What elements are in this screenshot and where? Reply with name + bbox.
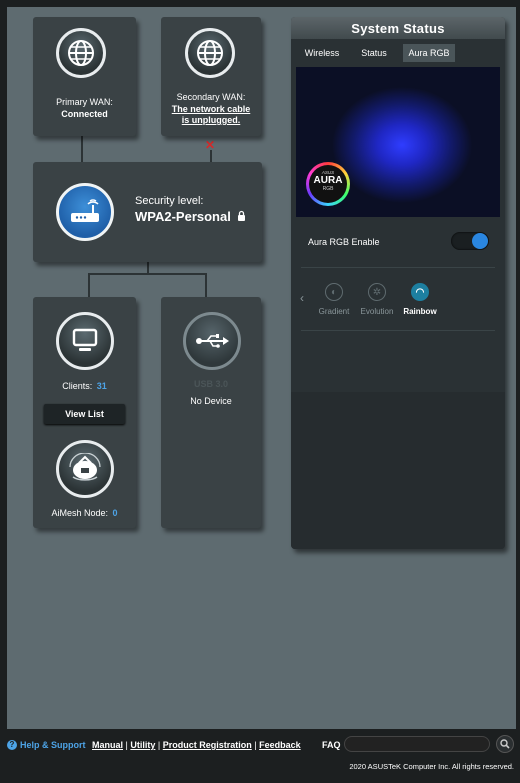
effect-gradient-label: Gradient (318, 307, 350, 316)
branch-line (88, 273, 207, 275)
aura-enable-toggle[interactable] (451, 232, 489, 250)
aimesh-label: AiMesh Node: (51, 508, 108, 518)
aimesh-row: AiMesh Node: 0 (33, 508, 136, 519)
product-registration-link[interactable]: Product Registration (163, 740, 252, 750)
globe-icon (56, 28, 106, 78)
effect-rainbow[interactable]: ◠ Rainbow (395, 283, 445, 316)
faq-label: FAQ (322, 740, 341, 750)
router-icon (56, 183, 114, 241)
feedback-link[interactable]: Feedback (259, 740, 301, 750)
usb-port-label: USB 3.0 (193, 379, 228, 389)
divider (301, 267, 495, 268)
aimesh-node-icon (56, 440, 114, 498)
globe-icon (185, 28, 235, 78)
manual-link[interactable]: Manual (92, 740, 123, 750)
effect-rainbow-label: Rainbow (403, 307, 437, 316)
computer-monitor-icon (56, 312, 114, 370)
evolution-effect-icon: ✲ (368, 283, 386, 301)
copyright-text: 2020 ASUSTeK Computer Inc. All rights re… (349, 762, 514, 771)
gradient-effect-icon: ◐ (325, 283, 343, 301)
faq-search-input[interactable] (344, 736, 490, 752)
status-panel-body (291, 392, 505, 549)
tab-status[interactable]: Status (354, 44, 394, 62)
system-status-panel: System Status Wireless Status Aura RGB A… (291, 17, 505, 549)
footer-links: Manual | Utility | Product Registration … (92, 735, 301, 755)
wan-link-line (81, 136, 83, 162)
usb-card[interactable]: USB 3.0 No Device (161, 297, 261, 528)
aimesh-count[interactable]: 0 (113, 508, 118, 518)
primary-wan-label: Primary WAN: (56, 97, 113, 107)
tab-aura-rgb[interactable]: Aura RGB (403, 44, 455, 62)
clients-count[interactable]: 31 (97, 381, 107, 391)
usb-status: No Device (190, 396, 232, 406)
help-support-link[interactable]: Help & Support (20, 735, 86, 755)
branch-right-line (205, 273, 207, 297)
router-card[interactable]: Security level: WPA2-Personal (33, 162, 262, 262)
aura-enable-label: Aura RGB Enable (308, 237, 380, 247)
rainbow-effect-icon: ◠ (411, 283, 429, 301)
clients-card[interactable]: Clients: 31 View List AiMesh Node: 0 (33, 297, 136, 528)
secondary-wan-label: Secondary WAN: (176, 92, 246, 102)
tab-wireless[interactable]: Wireless (298, 44, 346, 62)
clients-label: Clients: (62, 381, 93, 391)
chevron-left-icon[interactable]: ‹ (300, 291, 304, 305)
divider (301, 330, 495, 331)
secondary-wan-card[interactable]: Secondary WAN: The network cable is unpl… (161, 17, 261, 136)
effect-evolution-label: Evolution (360, 307, 394, 316)
clients-row: Clients: 31 (33, 381, 136, 392)
search-icon[interactable] (496, 735, 514, 753)
toggle-knob (472, 233, 488, 249)
lock-icon (237, 209, 246, 224)
disconnect-x-icon: ✕ (205, 138, 216, 152)
branch-left-line (88, 273, 90, 297)
help-icon: ? (7, 740, 17, 750)
security-level-label: Security level: (135, 195, 204, 207)
primary-wan-card[interactable]: Primary WAN: Connected (33, 17, 136, 136)
aura-logo-name: AURA (313, 175, 343, 186)
security-level-value: WPA2-Personal (135, 209, 246, 224)
secondary-wan-status-link[interactable]: The network cable is unplugged. (167, 104, 255, 126)
aura-logo-sub: RGB (322, 186, 334, 192)
aura-rgb-preview: ASUS AURA RGB (296, 67, 500, 217)
usb-icon (183, 312, 241, 370)
aura-rgb-logo: ASUS AURA RGB (306, 162, 350, 206)
primary-wan-status: Connected (61, 109, 108, 119)
utility-link[interactable]: Utility (130, 740, 155, 750)
status-tabs: Wireless Status Aura RGB (291, 44, 505, 62)
system-status-title: System Status (291, 17, 505, 39)
security-value-text: WPA2-Personal (135, 209, 231, 224)
view-list-button[interactable]: View List (44, 404, 125, 424)
